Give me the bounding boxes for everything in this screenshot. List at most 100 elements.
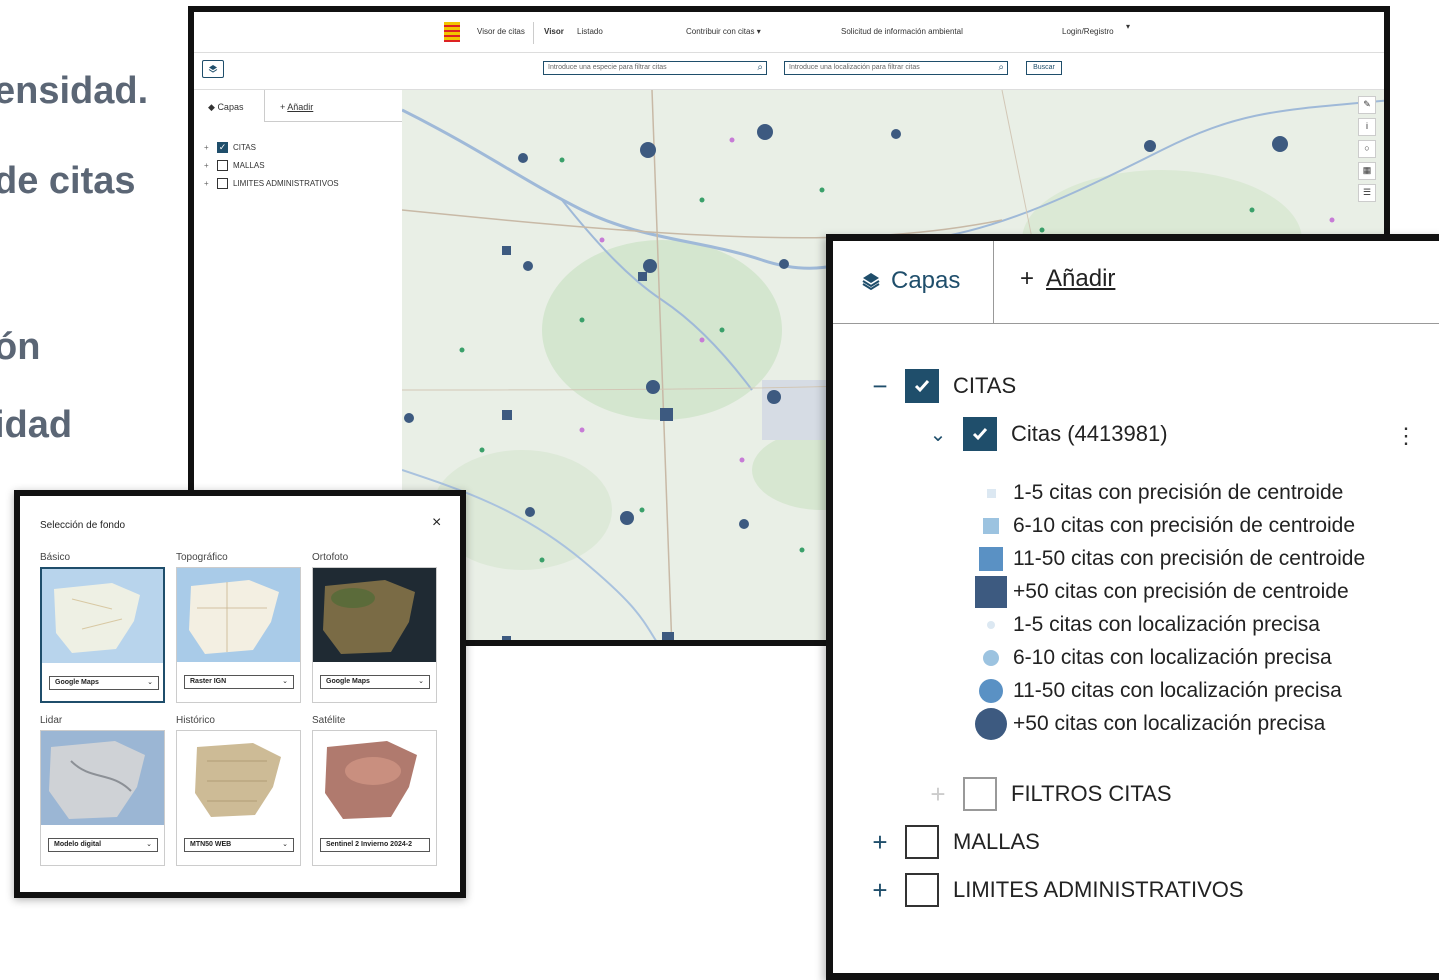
- chevron-down-icon[interactable]: ⌄: [925, 422, 951, 447]
- legend-label: +50 citas con precisión de centroide: [1013, 580, 1349, 603]
- nav-solicitud[interactable]: Solicitud de información ambiental: [841, 27, 963, 36]
- marker-square[interactable]: [638, 272, 647, 281]
- bg-card-topografico[interactable]: Raster IGN ⌄: [176, 567, 301, 703]
- legend-label: +50 citas con localización precisa: [1013, 712, 1326, 735]
- marker-circle[interactable]: [643, 259, 657, 273]
- layer-row-limites: + LIMITES ADMINISTRATIVOS: [204, 174, 339, 192]
- slide-text-4: idad: [0, 404, 73, 446]
- tab-capas[interactable]: Capas: [861, 267, 960, 295]
- search-icon[interactable]: ⌕: [757, 62, 763, 74]
- bg-select-basico[interactable]: Google Maps ⌄: [49, 676, 159, 690]
- tab-anadir[interactable]: + Añadir: [280, 102, 313, 112]
- nav-contribuir[interactable]: Contribuir con citas ▾: [686, 27, 761, 36]
- marker-square[interactable]: [662, 632, 674, 640]
- bg-select-value: MTN50 WEB: [190, 841, 232, 848]
- expand-icon[interactable]: +: [867, 875, 893, 906]
- marker-square[interactable]: [502, 246, 511, 255]
- species-search-input[interactable]: Introduce una especie para filtrar citas…: [543, 61, 767, 75]
- tab-anadir-label: Añadir: [1046, 265, 1116, 292]
- checkbox-citas-layer[interactable]: [963, 417, 997, 451]
- marker-circle[interactable]: [640, 142, 656, 158]
- expand-icon[interactable]: +: [925, 779, 951, 810]
- marker-square[interactable]: [660, 408, 673, 421]
- nav-listado[interactable]: Listado: [577, 27, 603, 36]
- marker-circle[interactable]: [1144, 140, 1156, 152]
- top-navbar: Visor de citas Visor Listado Contribuir …: [194, 12, 1384, 53]
- caret-down-icon: ▾: [756, 27, 761, 36]
- marker-circle[interactable]: [404, 413, 414, 423]
- marker-circle[interactable]: [767, 390, 781, 404]
- layers-toggle-button[interactable]: [202, 60, 224, 78]
- legend-label: 6-10 citas con localización precisa: [1013, 646, 1332, 669]
- bg-card-historico[interactable]: MTN50 WEB ⌄: [176, 730, 301, 866]
- marker-circle[interactable]: [646, 380, 660, 394]
- map-thumbnail-image: [177, 568, 300, 662]
- chevron-down-icon: ⌄: [147, 679, 153, 686]
- expand-icon[interactable]: +: [867, 827, 893, 858]
- marker-circle[interactable]: [739, 519, 749, 529]
- legend-circle-l-icon: [973, 708, 1009, 740]
- checkbox-mallas[interactable]: [905, 825, 939, 859]
- bg-group-label: Satélite: [312, 715, 346, 726]
- nav-login[interactable]: Login/Registro: [1062, 27, 1114, 36]
- marker-circle[interactable]: [757, 124, 773, 140]
- search-button[interactable]: Buscar: [1026, 61, 1062, 75]
- marker-circle[interactable]: [523, 261, 533, 271]
- legend-label: 1-5 citas con localización precisa: [1013, 613, 1320, 636]
- marker-circle[interactable]: [779, 259, 789, 269]
- expand-icon[interactable]: +: [204, 179, 212, 188]
- tab-anadir[interactable]: + Añadir: [993, 241, 1439, 323]
- caret-down-icon[interactable]: ▾: [1126, 22, 1130, 31]
- legend-item: +50 citas con localización precisa: [973, 708, 1326, 740]
- checkbox-limites[interactable]: [217, 177, 228, 189]
- bg-card-lidar[interactable]: Modelo digital ⌄: [40, 730, 165, 866]
- layer-row-citas: + ✓ CITAS: [204, 138, 339, 156]
- bg-card-ortofoto[interactable]: Google Maps ⌄: [312, 567, 437, 703]
- more-options-icon[interactable]: ⋮: [1395, 423, 1417, 449]
- legend-circle-m-icon: [973, 679, 1009, 703]
- bg-group-label: Histórico: [176, 715, 215, 726]
- plus-icon: +: [280, 102, 286, 112]
- bg-card-basico[interactable]: Google Maps ⌄: [40, 567, 165, 703]
- checkbox-mallas[interactable]: [217, 159, 228, 171]
- marker-circle[interactable]: [1272, 136, 1288, 152]
- marker-circle[interactable]: [525, 507, 535, 517]
- bg-card-satelite[interactable]: Sentinel 2 Invierno 2024-2: [312, 730, 437, 866]
- nav-visor[interactable]: Visor: [544, 27, 564, 36]
- checkbox-citas[interactable]: ✓: [217, 141, 228, 153]
- collapse-icon[interactable]: −: [867, 371, 893, 402]
- expand-icon[interactable]: +: [204, 143, 212, 152]
- layer-group-mallas: + MALLAS: [867, 825, 1040, 859]
- grid-icon[interactable]: ▦: [1358, 162, 1376, 180]
- bg-thumb-historico: [177, 731, 300, 825]
- search-icon[interactable]: ⌕: [998, 62, 1004, 74]
- close-icon[interactable]: ×: [432, 514, 441, 532]
- marker-square[interactable]: [502, 410, 512, 420]
- marker-circle[interactable]: [518, 153, 528, 163]
- bg-select-ortofoto[interactable]: Google Maps ⌄: [320, 675, 430, 689]
- bg-select-satelite[interactable]: Sentinel 2 Invierno 2024-2: [320, 838, 430, 852]
- expand-icon[interactable]: +: [204, 161, 212, 170]
- bg-select-lidar[interactable]: Modelo digital ⌄: [48, 838, 158, 852]
- info-icon[interactable]: i: [1358, 118, 1376, 136]
- slide-text-1: ensidad.: [0, 70, 149, 112]
- circle-tool-icon[interactable]: ○: [1358, 140, 1376, 158]
- checkbox-limites[interactable]: [905, 873, 939, 907]
- location-search-input[interactable]: Introduce una localización para filtrar …: [784, 61, 1008, 75]
- tab-divider: [264, 90, 265, 122]
- marker-circle[interactable]: [620, 511, 634, 525]
- bg-select-historico[interactable]: MTN50 WEB ⌄: [184, 838, 294, 852]
- nav-visor-citas[interactable]: Visor de citas: [477, 27, 525, 36]
- bg-thumb-ortofoto: [313, 568, 436, 662]
- marker-circle[interactable]: [891, 129, 901, 139]
- list-icon[interactable]: ☰: [1358, 184, 1376, 202]
- wrench-icon[interactable]: ✎: [1358, 96, 1376, 114]
- tab-capas[interactable]: ◆ Capas: [208, 102, 243, 113]
- marker-square[interactable]: [502, 636, 511, 640]
- aragon-flag-logo: [444, 22, 460, 42]
- checkbox-citas[interactable]: [905, 369, 939, 403]
- map-thumbnail-image: [41, 731, 164, 825]
- checkbox-filtros[interactable]: [963, 777, 997, 811]
- bg-select-topografico[interactable]: Raster IGN ⌄: [184, 675, 294, 689]
- legend-item: +50 citas con precisión de centroide: [973, 576, 1349, 608]
